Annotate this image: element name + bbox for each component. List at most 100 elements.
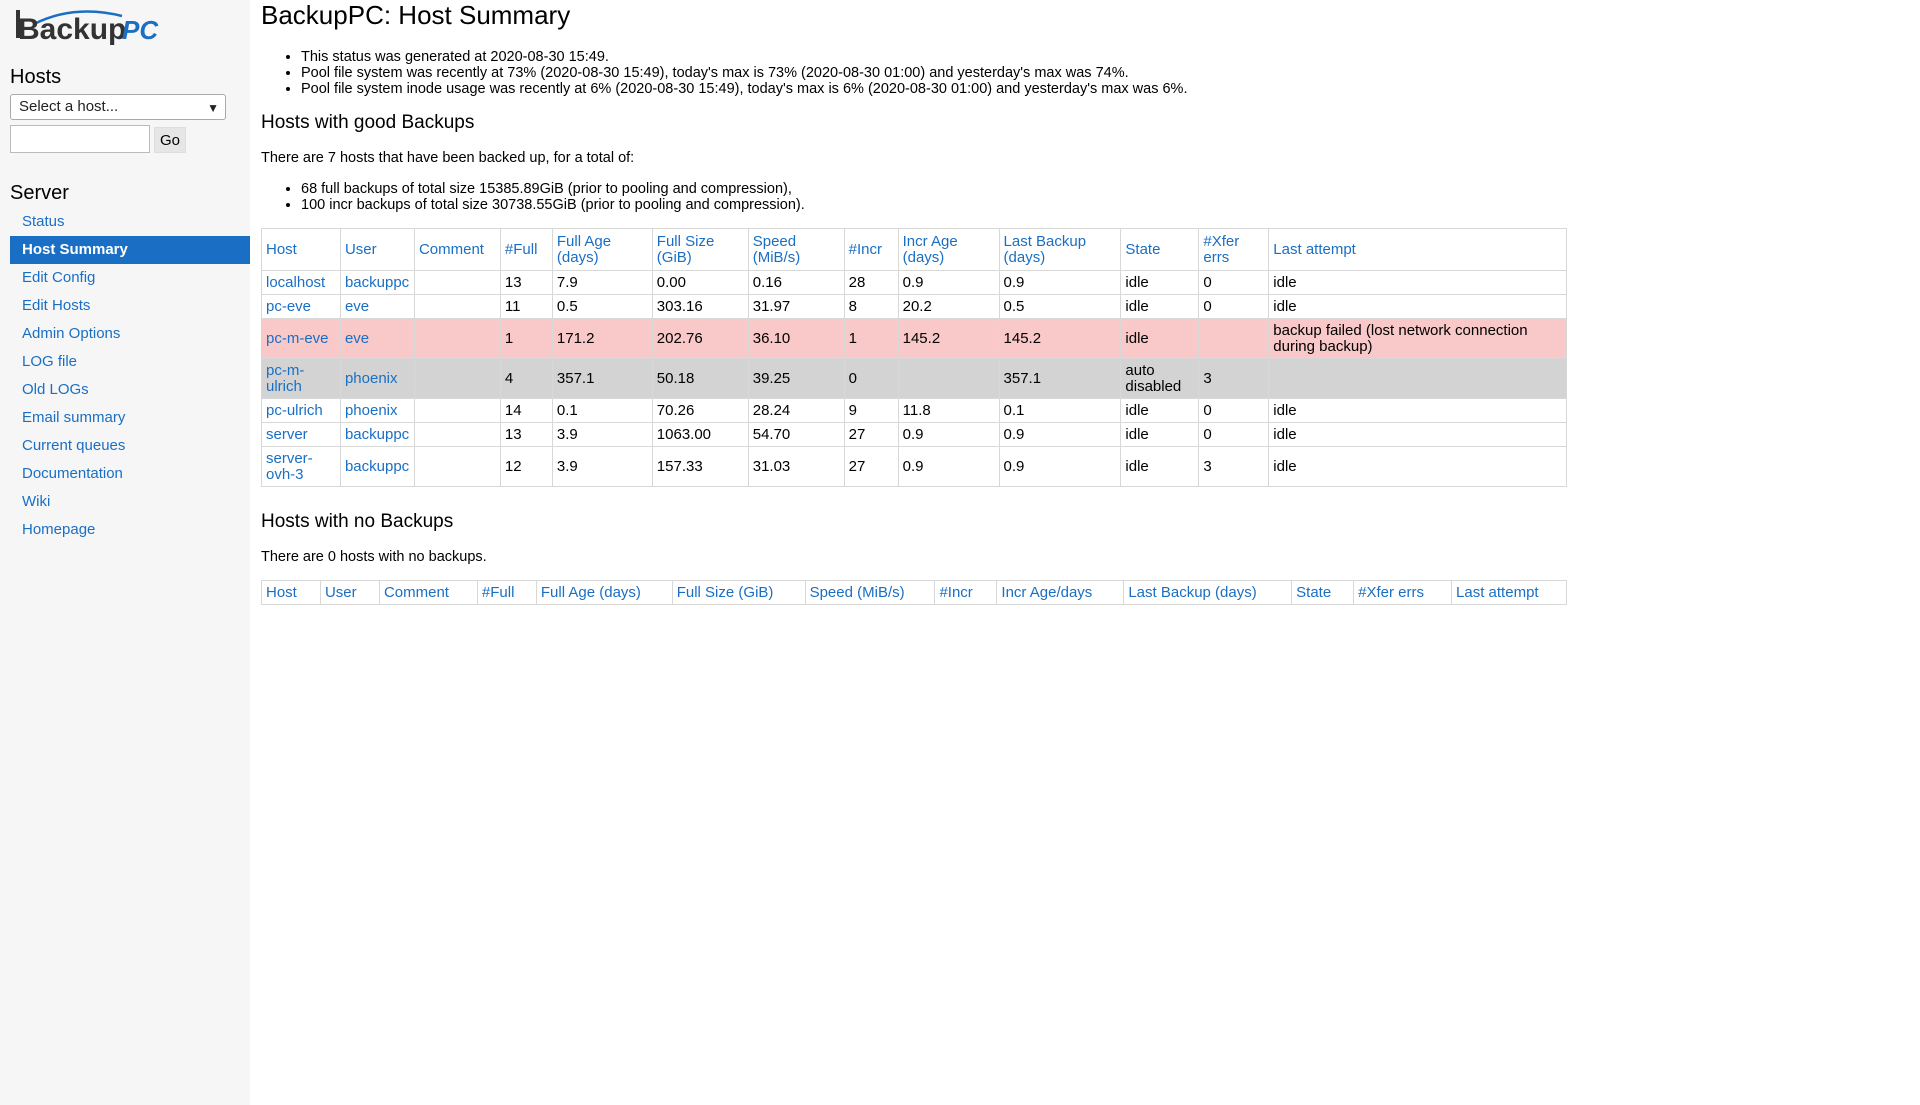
col-last-attempt[interactable]: Last attempt bbox=[1268, 228, 1567, 271]
host-search-input[interactable] bbox=[10, 125, 150, 153]
host-select-value: Select a host... bbox=[19, 98, 119, 115]
nav-link-edit-config[interactable]: Edit Config bbox=[22, 269, 95, 286]
col-full[interactable]: #Full bbox=[499, 228, 553, 271]
totals-line: 100 incr backups of total size 30738.55G… bbox=[301, 197, 805, 213]
cell-comment bbox=[413, 446, 501, 487]
user-link[interactable]: eve bbox=[345, 298, 369, 315]
col-host[interactable]: Host bbox=[261, 580, 321, 605]
col-full-age[interactable]: Full Age (days) bbox=[535, 580, 673, 605]
col-incr-age[interactable]: Incr Age (days) bbox=[897, 228, 1000, 271]
col-user[interactable]: User bbox=[339, 228, 415, 271]
cell-last-attempt: idle bbox=[1268, 270, 1567, 295]
nav-item-log-file[interactable]: LOG file bbox=[10, 348, 250, 376]
col-full-size[interactable]: Full Size (GiB) bbox=[671, 580, 806, 605]
nav-item-host-summary[interactable]: Host Summary bbox=[10, 236, 250, 264]
nav-link-homepage[interactable]: Homepage bbox=[22, 521, 95, 538]
cell-last-attempt: idle bbox=[1268, 422, 1567, 447]
col-last-attempt[interactable]: Last attempt bbox=[1451, 580, 1567, 605]
cell-last-backup: 357.1 bbox=[998, 358, 1122, 399]
nav-link-wiki[interactable]: Wiki bbox=[22, 493, 50, 510]
nav-link-documentation[interactable]: Documentation bbox=[22, 465, 123, 482]
nav-link-email-summary[interactable]: Email summary bbox=[22, 409, 125, 426]
nav-link-admin-options[interactable]: Admin Options bbox=[22, 325, 120, 342]
table-row: server-ovh-3 backuppc 12 3.9 157.33 31.03 27 0.… bbox=[261, 446, 1567, 487]
user-link[interactable]: eve bbox=[345, 330, 369, 347]
nav-link-status[interactable]: Status bbox=[22, 213, 65, 230]
host-link[interactable]: localhost bbox=[266, 274, 325, 291]
user-link[interactable]: backuppc bbox=[345, 426, 409, 443]
cell-incr: 27 bbox=[843, 446, 899, 487]
nav-item-wiki[interactable]: Wiki bbox=[10, 488, 250, 516]
user-link[interactable]: phoenix bbox=[345, 370, 398, 387]
nav-link-edit-hosts[interactable]: Edit Hosts bbox=[22, 297, 90, 314]
user-link[interactable]: backuppc bbox=[345, 274, 409, 291]
cell-incr: 27 bbox=[843, 422, 899, 447]
cell-speed: 36.10 bbox=[747, 318, 845, 359]
nav-item-admin-options[interactable]: Admin Options bbox=[10, 320, 250, 348]
cell-last-attempt: idle bbox=[1268, 294, 1567, 319]
nav-link-host-summary[interactable]: Host Summary bbox=[22, 241, 128, 258]
backuppc-logo[interactable]: Backup PC bbox=[14, 2, 164, 46]
cell-last-attempt: backup failed (lost network connection d… bbox=[1268, 318, 1567, 359]
cell-full-size: 1063.00 bbox=[651, 422, 749, 447]
col-incr[interactable]: #Incr bbox=[934, 580, 998, 605]
nav-item-edit-hosts[interactable]: Edit Hosts bbox=[10, 292, 250, 320]
col-xfer-errs[interactable]: #Xfer errs bbox=[1198, 228, 1270, 271]
good-backups-table: Host User Comment #Full Full Age (days) … bbox=[261, 228, 1567, 487]
cell-speed: 31.97 bbox=[747, 294, 845, 319]
nav-link-log-file[interactable]: LOG file bbox=[22, 353, 77, 370]
cell-xfer-errs: 0 bbox=[1198, 270, 1270, 295]
nav-item-homepage[interactable]: Homepage bbox=[10, 516, 250, 544]
host-link[interactable]: server bbox=[266, 426, 308, 443]
host-link[interactable]: pc-m-ulrich bbox=[266, 362, 304, 395]
nav-link-old-logs[interactable]: Old LOGs bbox=[22, 381, 89, 398]
col-speed[interactable]: Speed (MiB/s) bbox=[747, 228, 845, 271]
nav-item-current-queues[interactable]: Current queues bbox=[10, 432, 250, 460]
cell-user: eve bbox=[339, 318, 415, 359]
nav-item-documentation[interactable]: Documentation bbox=[10, 460, 250, 488]
cell-full-size: 70.26 bbox=[651, 398, 749, 423]
col-speed[interactable]: Speed (MiB/s) bbox=[804, 580, 936, 605]
col-incr[interactable]: #Incr bbox=[843, 228, 899, 271]
col-comment[interactable]: Comment bbox=[378, 580, 478, 605]
cell-full: 14 bbox=[499, 398, 553, 423]
col-incr-age[interactable]: Incr Age/days bbox=[996, 580, 1125, 605]
col-full[interactable]: #Full bbox=[476, 580, 537, 605]
totals-line: 68 full backups of total size 15385.89Gi… bbox=[301, 181, 805, 197]
nav-item-email-summary[interactable]: Email summary bbox=[10, 404, 250, 432]
col-full-size[interactable]: Full Size (GiB) bbox=[651, 228, 749, 271]
cell-host: pc-m-ulrich bbox=[261, 358, 341, 399]
nav-link-current-queues[interactable]: Current queues bbox=[22, 437, 125, 454]
host-link[interactable]: pc-eve bbox=[266, 298, 311, 315]
col-host[interactable]: Host bbox=[261, 228, 341, 271]
cell-xfer-errs: 0 bbox=[1198, 294, 1270, 319]
host-link[interactable]: server-ovh-3 bbox=[266, 450, 313, 483]
cell-full-size: 303.16 bbox=[651, 294, 749, 319]
cell-xfer-errs: 3 bbox=[1198, 446, 1270, 487]
host-select[interactable]: Select a host... ▼ bbox=[10, 94, 226, 120]
go-button[interactable]: Go bbox=[154, 127, 186, 153]
col-last-backup[interactable]: Last Backup (days) bbox=[1123, 580, 1293, 605]
cell-full-size: 0.00 bbox=[651, 270, 749, 295]
table-row: pc-m-eve eve 1 171.2 202.76 36.10 1 145.2 145.2 i… bbox=[261, 318, 1567, 359]
cell-host: pc-m-eve bbox=[261, 318, 341, 359]
col-last-backup[interactable]: Last Backup (days) bbox=[998, 228, 1122, 271]
cell-incr-age: 0.9 bbox=[897, 446, 1000, 487]
col-state[interactable]: State bbox=[1291, 580, 1355, 605]
user-link[interactable]: phoenix bbox=[345, 402, 398, 419]
nav-item-edit-config[interactable]: Edit Config bbox=[10, 264, 250, 292]
nav-item-old-logs[interactable]: Old LOGs bbox=[10, 376, 250, 404]
status-list: This status was generated at 2020-08-30 … bbox=[301, 49, 1187, 97]
host-link[interactable]: pc-m-eve bbox=[266, 330, 329, 347]
col-xfer-errs[interactable]: #Xfer errs bbox=[1353, 580, 1453, 605]
cell-full-age: 357.1 bbox=[551, 358, 653, 399]
host-link[interactable]: pc-ulrich bbox=[266, 402, 323, 419]
col-user[interactable]: User bbox=[319, 580, 380, 605]
cell-full-age: 0.1 bbox=[551, 398, 653, 423]
user-link[interactable]: backuppc bbox=[345, 458, 409, 475]
col-comment[interactable]: Comment bbox=[413, 228, 501, 271]
col-full-age[interactable]: Full Age (days) bbox=[551, 228, 653, 271]
col-state[interactable]: State bbox=[1120, 228, 1200, 271]
cell-full-size: 50.18 bbox=[651, 358, 749, 399]
nav-item-status[interactable]: Status bbox=[10, 208, 250, 236]
